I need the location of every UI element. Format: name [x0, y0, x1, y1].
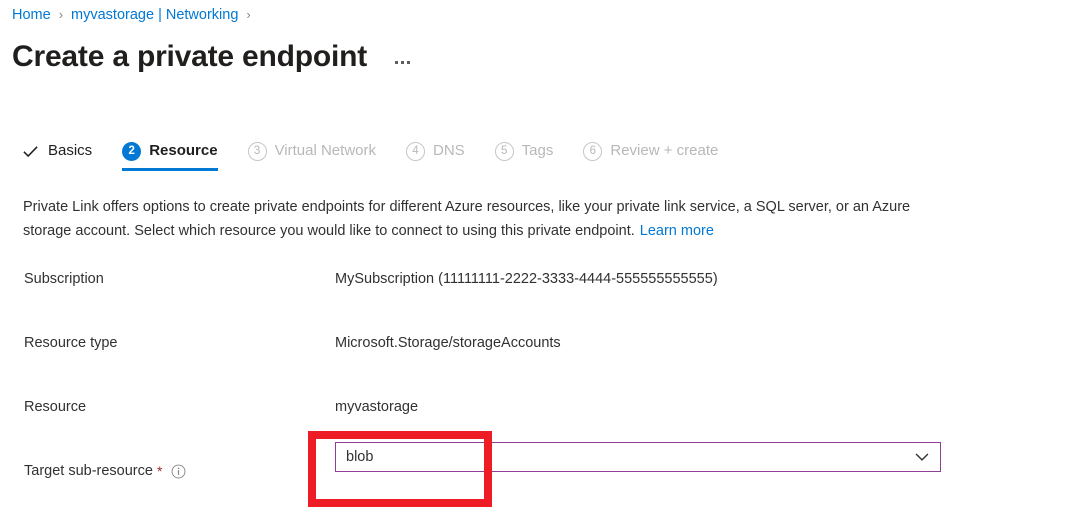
- form-row-target-sub-resource: Target sub-resource * blob: [0, 458, 1088, 522]
- breadcrumb-item-myvastorage-networking[interactable]: myvastorage | Networking: [71, 5, 238, 25]
- tab-number-badge: 2: [122, 142, 141, 161]
- tab-number-badge: 4: [406, 142, 425, 161]
- page-header: Create a private endpoint: [12, 37, 412, 77]
- resource-type-label: Resource type: [24, 333, 118, 353]
- tab-dns[interactable]: 4 DNS: [406, 140, 465, 171]
- required-asterisk: *: [157, 464, 162, 478]
- tab-label: Tags: [522, 140, 554, 162]
- subscription-value: MySubscription (11111111-2222-3333-4444-…: [335, 269, 718, 289]
- check-icon: [22, 143, 39, 160]
- subscription-label: Subscription: [24, 269, 104, 289]
- target-sub-resource-label: Target sub-resource *: [24, 461, 186, 481]
- tab-virtual-network[interactable]: 3 Virtual Network: [248, 140, 376, 171]
- breadcrumb-separator-icon: ›: [246, 5, 250, 25]
- tab-tags[interactable]: 5 Tags: [495, 140, 554, 171]
- resource-value: myvastorage: [335, 397, 418, 417]
- tab-number-badge: 6: [583, 142, 602, 161]
- tab-label: Virtual Network: [275, 140, 376, 162]
- learn-more-link[interactable]: Learn more: [640, 223, 714, 239]
- chevron-down-icon: [911, 446, 933, 468]
- tab-resource[interactable]: 2 Resource: [122, 140, 217, 171]
- tab-label: Basics: [48, 140, 92, 162]
- tab-label: DNS: [433, 140, 465, 162]
- wizard-tabs: Basics 2 Resource 3 Virtual Network 4 DN…: [22, 140, 748, 171]
- target-sub-resource-label-text: Target sub-resource: [24, 461, 153, 481]
- resource-form: Subscription MySubscription (11111111-22…: [0, 266, 1088, 522]
- breadcrumb-separator-icon: ›: [59, 5, 63, 25]
- page-title: Create a private endpoint: [12, 37, 367, 77]
- target-sub-resource-dropdown[interactable]: blob: [335, 442, 941, 472]
- resource-type-value: Microsoft.Storage/storageAccounts: [335, 333, 561, 353]
- tab-basics[interactable]: Basics: [22, 140, 92, 171]
- tab-label: Review + create: [610, 140, 718, 162]
- tab-number-badge: 3: [248, 142, 267, 161]
- page-description: Private Link offers options to create pr…: [23, 195, 948, 243]
- form-row-subscription: Subscription MySubscription (11111111-22…: [0, 266, 1088, 330]
- more-options-icon[interactable]: [393, 57, 412, 68]
- info-icon[interactable]: [171, 464, 186, 479]
- tab-review-create[interactable]: 6 Review + create: [583, 140, 718, 171]
- tab-label: Resource: [149, 140, 217, 162]
- form-row-resource-type: Resource type Microsoft.Storage/storageA…: [0, 330, 1088, 394]
- tab-active-underline: [122, 168, 217, 171]
- tab-number-badge: 5: [495, 142, 514, 161]
- resource-label: Resource: [24, 397, 86, 417]
- breadcrumb: Home › myvastorage | Networking ›: [12, 5, 259, 25]
- target-sub-resource-selected-value: blob: [336, 447, 911, 467]
- description-text: Private Link offers options to create pr…: [23, 199, 910, 239]
- breadcrumb-item-home[interactable]: Home: [12, 5, 51, 25]
